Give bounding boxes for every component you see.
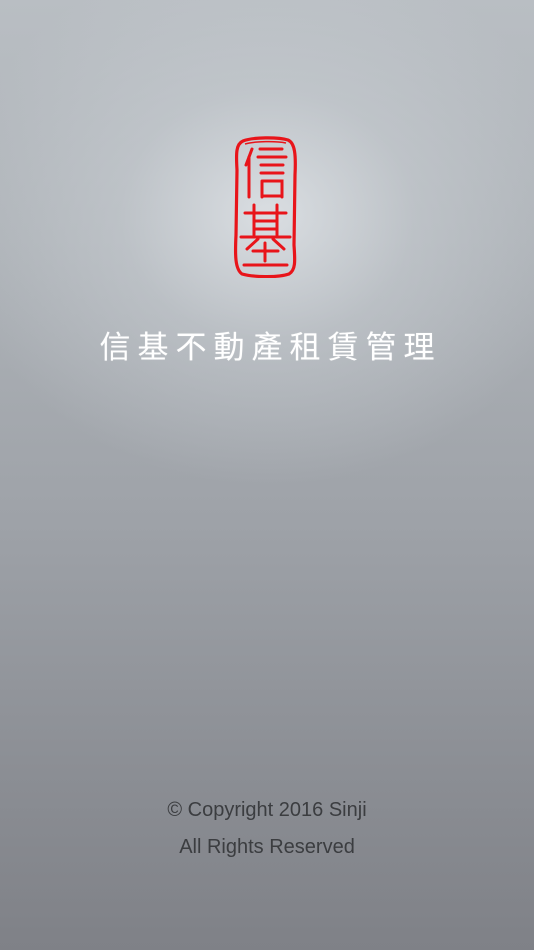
app-title: 信基不動產租賃管理 (99, 330, 442, 366)
copyright-text: © Copyright 2016 Sinji (167, 799, 367, 821)
rights-text: All Rights Reserved (179, 836, 355, 858)
footer: © Copyright 2016 Sinji All Rights Reserv… (0, 792, 534, 866)
seal-logo-icon (233, 136, 297, 278)
